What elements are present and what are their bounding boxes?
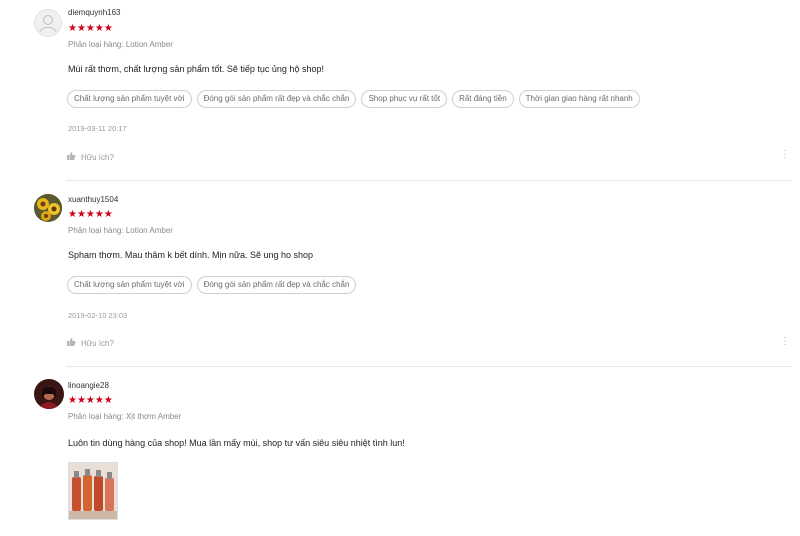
review-item: diemquynh163 ★★★★★ Phân loại hàng: Lotio…: [0, 0, 800, 181]
review-tags: Chất lượng sản phẩm tuyệt vời Đóng gói s…: [67, 276, 357, 294]
default-user-icon[interactable]: [34, 9, 62, 37]
user-avatar[interactable]: [34, 194, 62, 222]
review-tag: Thời gian giao hàng rất nhanh: [518, 90, 640, 108]
review-tags: Chất lượng sản phẩm tuyệt vời Đóng gói s…: [67, 90, 640, 108]
reviewer-username[interactable]: diemquynh163: [68, 8, 120, 17]
star-rating: ★★★★★: [68, 395, 113, 406]
helpful-button[interactable]: Hữu ích?: [66, 337, 114, 349]
review-tag: Shop phục vụ rất tốt: [361, 90, 448, 108]
review-tag: Chất lượng sản phẩm tuyệt vời: [67, 90, 192, 108]
review-item: linoangie28 ★★★★★ Phân loại hàng: Xịt th…: [0, 367, 800, 536]
helpful-label: Hữu ích?: [81, 152, 114, 162]
thumbs-up-icon: [66, 337, 76, 349]
review-date: 2019-02-10 23:03: [68, 311, 128, 320]
review-comment: Luôn tin dùng hàng của shop! Mua lần mấy…: [68, 438, 405, 448]
helpful-button[interactable]: Hữu ích?: [66, 151, 114, 163]
product-variation: Phân loại hàng: Lotion Amber: [68, 226, 173, 235]
product-variation: Phân loại hàng: Xịt thơm Amber: [68, 412, 182, 421]
review-comment: Mùi rất thơm, chất lượng sản phẩm tốt. S…: [68, 64, 324, 74]
star-rating: ★★★★★: [68, 23, 113, 34]
review-tag: Đóng gói sản phẩm rất đẹp và chắc chắn: [196, 90, 357, 108]
review-tag: Chất lượng sản phẩm tuyệt vời: [67, 276, 192, 294]
review-date: 2019-03-11 20:17: [68, 124, 127, 133]
review-item: xuanthuy1504 ★★★★★ Phân loại hàng: Lotio…: [0, 181, 800, 367]
reviewer-username[interactable]: linoangie28: [68, 381, 109, 390]
more-options-icon[interactable]: ⋮: [780, 150, 790, 160]
user-avatar[interactable]: [34, 379, 64, 409]
review-photo[interactable]: [68, 462, 118, 520]
star-rating: ★★★★★: [68, 209, 113, 220]
product-variation: Phân loại hàng: Lotion Amber: [68, 40, 173, 49]
thumbs-up-icon: [66, 151, 76, 163]
more-options-icon[interactable]: ⋮: [780, 337, 790, 347]
review-tag: Rất đáng tiền: [452, 90, 514, 108]
reviewer-username[interactable]: xuanthuy1504: [68, 195, 118, 204]
review-tag: Đóng gói sản phẩm rất đẹp và chắc chắn: [196, 276, 357, 294]
helpful-label: Hữu ích?: [81, 338, 114, 348]
review-comment: Spham thơm. Mau thâm k bết dính. Mịn nữa…: [68, 250, 314, 260]
